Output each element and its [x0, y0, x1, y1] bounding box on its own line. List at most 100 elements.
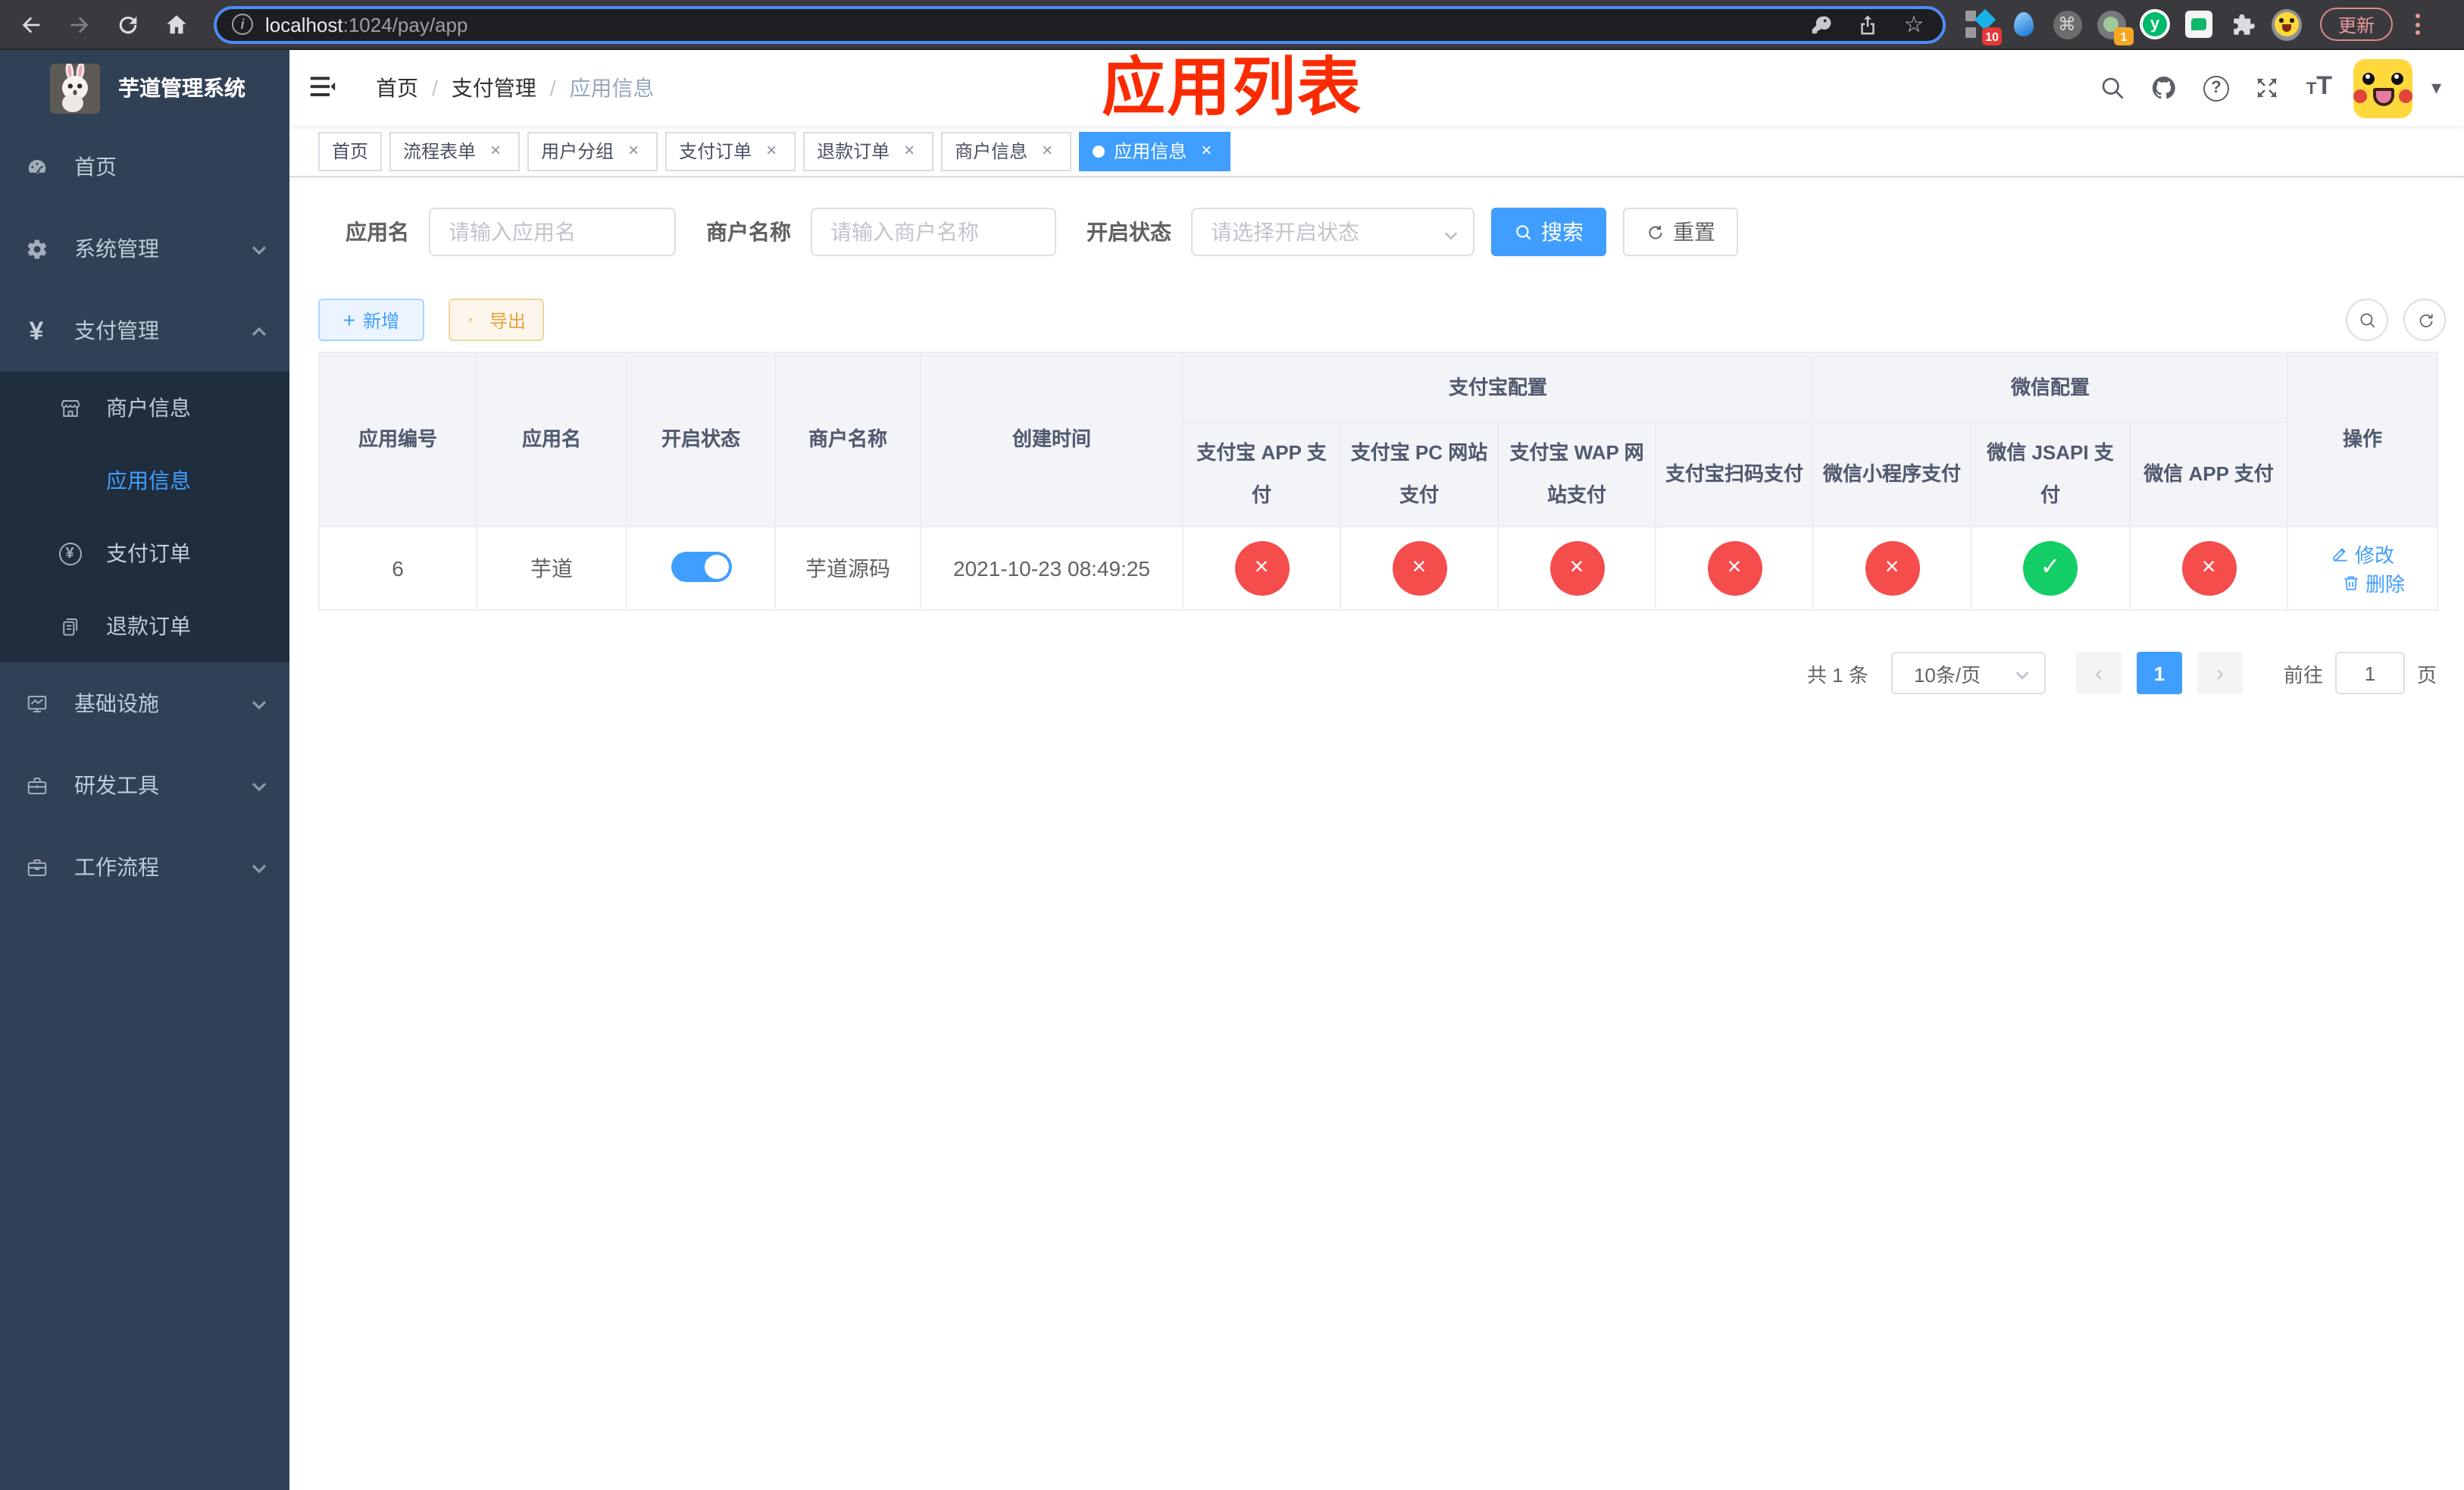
site-info-icon[interactable]: i [232, 14, 253, 35]
yuque-extension-icon[interactable]: y [2140, 9, 2170, 39]
shop-icon [58, 396, 82, 420]
chevron-down-icon [2014, 665, 2031, 682]
extensions-puzzle-icon[interactable] [2228, 9, 2258, 39]
next-page-button[interactable]: › [2197, 652, 2243, 694]
sidebar-item-infrastructure[interactable]: 基础设施 [0, 662, 289, 744]
tab-merchant-info[interactable]: 商户信息 × [941, 132, 1072, 171]
tab-user-group[interactable]: 用户分组 × [527, 132, 658, 171]
password-key-icon[interactable] [1806, 11, 1834, 38]
address-bar[interactable]: i localhost:1024/pay/app ☆ [214, 5, 1946, 43]
sidebar-menu: 首页 系统管理 ¥ 支付管理 商户信息 应用信息 ¥ 支付订单 退款订单 基础设… [0, 126, 289, 908]
top-navbar: 首页 / 支付管理 / 应用信息 应用列表 ? T T ▾ [289, 50, 2464, 126]
tab-pay-orders[interactable]: 支付订单 × [665, 132, 796, 171]
close-icon[interactable]: × [485, 140, 506, 162]
user-avatar[interactable] [2353, 58, 2413, 117]
chevron-down-icon [250, 239, 268, 258]
table-toolbar: + 新增 导出 [318, 299, 544, 341]
briefcase-icon [24, 855, 48, 879]
tab-app-info[interactable]: 应用信息 × [1079, 132, 1231, 171]
sidebar-item-dev-tools[interactable]: 研发工具 [0, 744, 289, 826]
browser-menu-icon[interactable] [2406, 14, 2428, 35]
chat-extension-icon[interactable] [2184, 9, 2214, 39]
sidebar: 芋道管理系统 首页 系统管理 ¥ 支付管理 商户信息 应用信息 ¥ 支付订单 退… [0, 50, 289, 1490]
help-icon[interactable]: ? [2200, 71, 2233, 105]
col-header-wx-lite: 微信小程序支付 [1812, 421, 1972, 527]
sidebar-collapse-icon[interactable] [309, 73, 339, 103]
add-button[interactable]: + 新增 [318, 299, 424, 341]
chevron-up-icon [250, 321, 268, 340]
cell-alipay-app: × [1182, 526, 1341, 611]
search-button[interactable]: 搜索 [1491, 208, 1606, 256]
cell-alipay-wap: × [1497, 526, 1656, 611]
browser-profile-avatar[interactable] [2272, 8, 2302, 40]
close-icon[interactable]: × [623, 140, 644, 162]
sidebar-item-refund-orders[interactable]: 退款订单 [0, 590, 289, 662]
cell-app-name: 芋道 [476, 526, 627, 611]
fullscreen-icon[interactable] [2251, 71, 2284, 105]
tampermonkey-extension-icon[interactable]: 10 [1964, 8, 2002, 45]
font-size-icon[interactable]: TT [2303, 71, 2336, 105]
status-select[interactable]: 请选择开启状态 [1191, 208, 1474, 256]
page-1-button[interactable]: 1 [2136, 652, 2182, 694]
tab-refund-orders[interactable]: 退款订单 × [803, 132, 934, 171]
command-extension-icon[interactable]: ⌘ [2052, 9, 2082, 39]
yen-icon: ¥ [29, 316, 44, 345]
extension-badge: 1 [2114, 27, 2134, 45]
status-toggle[interactable] [671, 551, 731, 581]
balloon-extension-icon[interactable] [2008, 9, 2038, 39]
chevron-down-icon [1443, 224, 1459, 241]
sidebar-item-payment[interactable]: ¥ 支付管理 [0, 290, 289, 371]
recorder-extension-icon[interactable]: 1 [2096, 9, 2134, 45]
browser-update-button[interactable]: 更新 [2320, 8, 2394, 41]
share-icon[interactable] [1853, 11, 1881, 38]
tab-home[interactable]: 首页 [318, 132, 383, 171]
avatar-caret-down-icon[interactable]: ▾ [2431, 76, 2441, 100]
sidebar-item-workflow[interactable]: 工作流程 [0, 826, 289, 908]
reset-button[interactable]: 重置 [1623, 208, 1738, 256]
cell-status [626, 526, 776, 611]
chevron-down-icon [250, 858, 268, 876]
grid-icon [58, 468, 82, 493]
gear-icon [24, 236, 48, 261]
close-icon[interactable]: × [761, 140, 782, 162]
bookmark-star-icon[interactable]: ☆ [1900, 11, 1928, 38]
github-icon[interactable] [2148, 71, 2181, 105]
goto-page-input[interactable] [2334, 652, 2405, 694]
search-icon[interactable] [2097, 71, 2130, 105]
refresh-button[interactable] [2403, 299, 2446, 341]
browser-reload-icon[interactable] [109, 6, 145, 42]
extensions-area: 10 ⌘ 1 y [1964, 8, 2302, 45]
wechat-app-status-icon: × [2181, 541, 2237, 596]
close-icon[interactable]: × [899, 140, 920, 162]
browser-forward-icon[interactable] [61, 6, 97, 42]
breadcrumb-payment[interactable]: 支付管理 [452, 73, 536, 103]
tab-process-form[interactable]: 流程表单 × [389, 132, 521, 171]
sidebar-item-merchant-info[interactable]: 商户信息 [0, 371, 289, 444]
url-text[interactable]: localhost:1024/pay/app [265, 13, 1787, 36]
close-icon[interactable]: × [1196, 140, 1217, 162]
edit-link[interactable]: 修改 [2331, 540, 2394, 568]
chevron-down-icon [250, 776, 268, 794]
app-logo-row[interactable]: 芋道管理系统 [0, 50, 289, 126]
prev-page-button[interactable]: ‹ [2075, 652, 2122, 694]
tags-view-bar: 首页 流程表单 × 用户分组 × 支付订单 × 退款订单 × 商户信息 × 应用信息 × [289, 126, 2464, 177]
breadcrumb: 首页 / 支付管理 / 应用信息 [376, 73, 655, 103]
breadcrumb-separator: / [432, 76, 438, 100]
sidebar-item-system[interactable]: 系统管理 [0, 208, 289, 290]
delete-link[interactable]: 删除 [2341, 568, 2405, 597]
sidebar-item-app-info[interactable]: 应用信息 [0, 444, 289, 517]
browser-home-icon[interactable] [158, 6, 194, 42]
page-size-select[interactable]: 10条/页 [1890, 652, 2046, 694]
app-name-input[interactable] [429, 208, 676, 256]
breadcrumb-home[interactable]: 首页 [376, 73, 418, 103]
documents-icon [58, 614, 82, 638]
close-icon[interactable]: × [1037, 140, 1058, 162]
sidebar-item-pay-orders[interactable]: ¥ 支付订单 [0, 517, 289, 590]
alipay-app-status-icon: × [1234, 541, 1289, 596]
app-table: 应用编号 应用名 开启状态 商户名称 创建时间 支付宝配置 微信配置 操作 支付… [318, 352, 2439, 611]
merchant-name-input[interactable] [811, 208, 1056, 256]
hide-search-button[interactable] [2346, 299, 2388, 341]
browser-back-icon[interactable] [12, 6, 48, 42]
sidebar-item-home[interactable]: 首页 [0, 126, 289, 208]
export-button[interactable]: 导出 [449, 299, 544, 341]
